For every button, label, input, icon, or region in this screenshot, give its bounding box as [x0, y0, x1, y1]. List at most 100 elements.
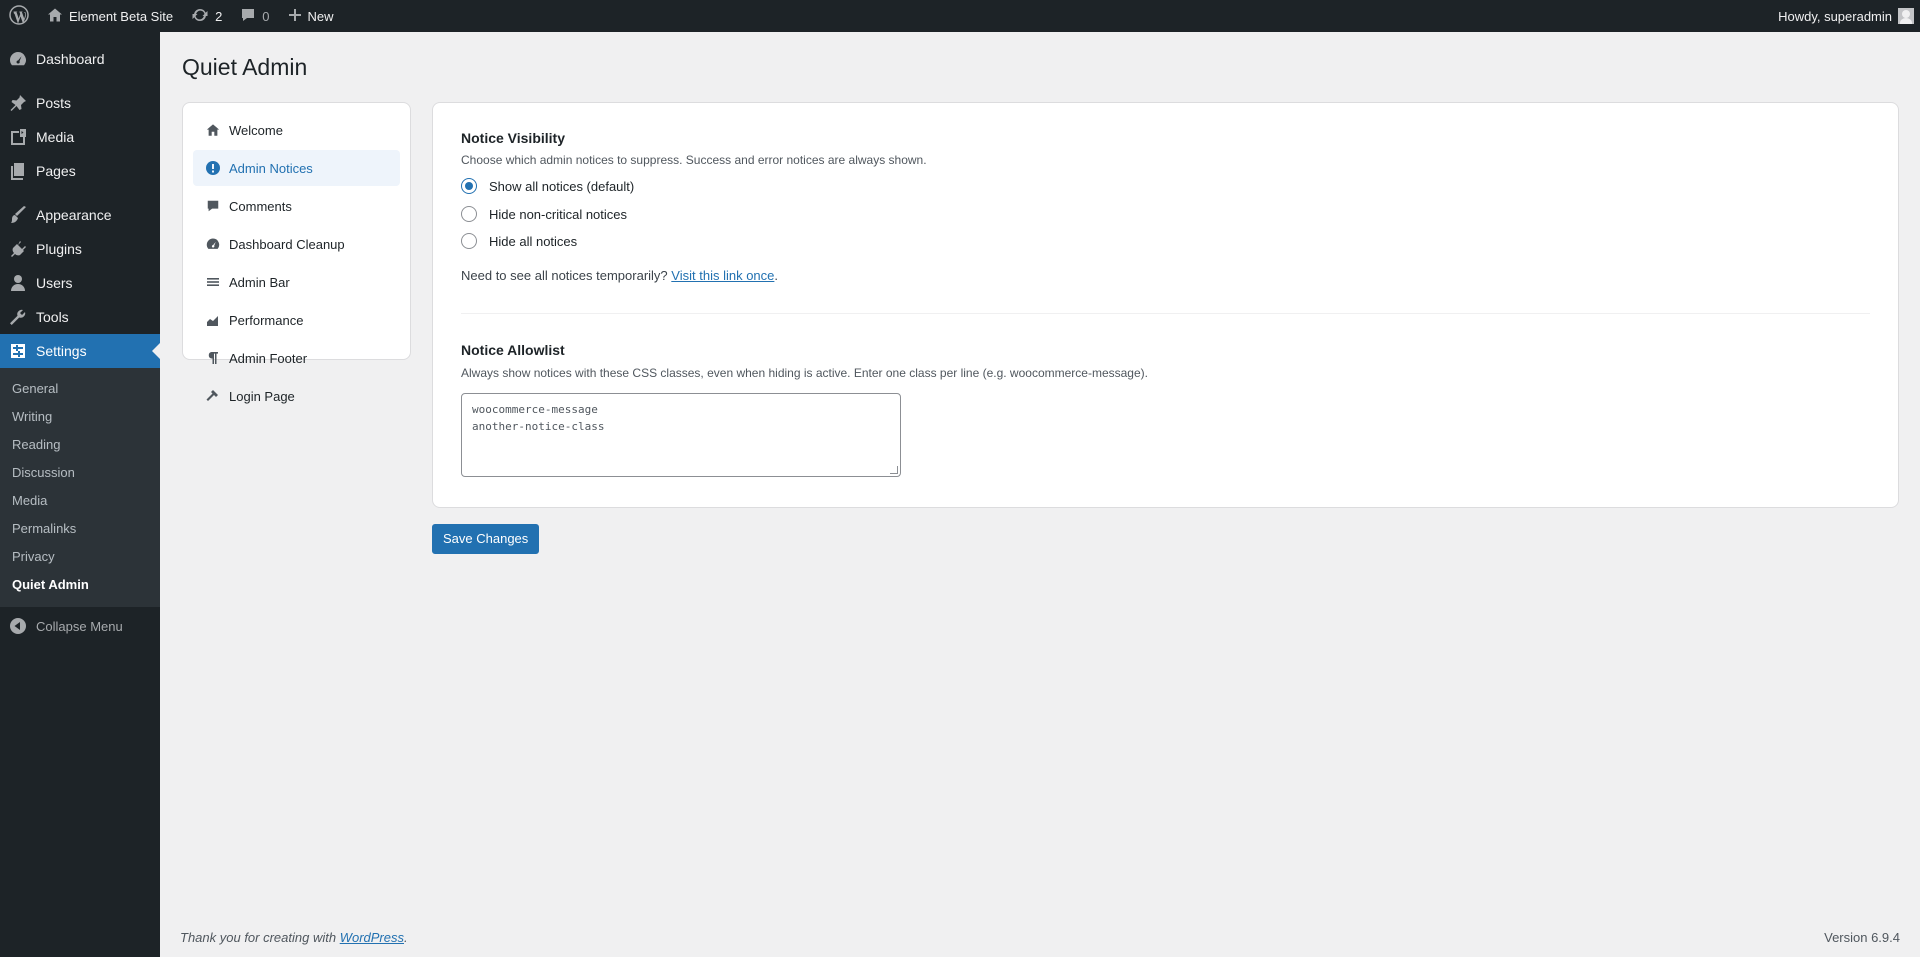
home-icon — [47, 7, 63, 26]
nav-label-dashboard-cleanup: Dashboard Cleanup — [229, 236, 345, 252]
nav-item-welcome[interactable]: Welcome — [193, 112, 400, 148]
settings-sliders-icon — [8, 341, 28, 361]
plus-icon — [288, 8, 302, 25]
radio-label-hide-all: Hide all notices — [489, 233, 578, 249]
menu-label-media: Media — [36, 129, 75, 145]
radio-button-show-all[interactable] — [461, 178, 477, 194]
nav-label-admin-footer: Admin Footer — [229, 350, 308, 366]
wrench-icon — [8, 307, 28, 327]
menu-label-dashboard: Dashboard — [36, 51, 105, 67]
menu-lines-icon — [205, 274, 221, 290]
nav-label-login-page: Login Page — [229, 388, 295, 404]
save-changes-button[interactable]: Save Changes — [432, 524, 540, 554]
submenu-item-privacy[interactable]: Privacy — [0, 543, 160, 571]
wp-logo-menu[interactable] — [0, 0, 38, 32]
allowlist-line: another-notice-class — [472, 420, 605, 433]
radio-option-hide-non-critical[interactable]: Hide non-critical notices — [461, 206, 627, 222]
allowlist-textarea[interactable]: woocommerce-message another-notice-class — [461, 393, 901, 477]
my-account-link[interactable]: Howdy, superadmin — [1769, 0, 1914, 32]
collapse-menu-label: Collapse Menu — [36, 618, 123, 634]
plugin-nav: Welcome Admin Notices Comments Dashboard… — [182, 102, 411, 404]
collapse-arrow-icon — [8, 616, 28, 636]
resize-handle[interactable] — [890, 466, 898, 474]
home-icon — [205, 122, 221, 138]
menu-item-dashboard[interactable]: Dashboard — [0, 42, 160, 76]
menu-item-users[interactable]: Users — [0, 266, 160, 300]
nav-item-performance[interactable]: Performance — [193, 302, 400, 338]
section-divider — [461, 313, 1870, 314]
nav-item-admin-bar[interactable]: Admin Bar — [193, 264, 400, 300]
radio-label-hide-non-critical: Hide non-critical notices — [489, 206, 628, 222]
wordpress-link[interactable]: WordPress — [340, 930, 404, 945]
allowlist-line: woocommerce-message — [472, 403, 598, 416]
menu-item-appearance[interactable]: Appearance — [0, 198, 160, 232]
nav-item-admin-footer[interactable]: Admin Footer — [193, 340, 400, 376]
notice-visibility-description: Choose which admin notices to suppress. … — [461, 153, 927, 167]
footer-thanks-text: Thank you for creating with — [180, 930, 337, 945]
radio-option-show-all[interactable]: Show all notices (default) — [461, 178, 634, 194]
temporary-show-hint: Need to see all notices temporarily? Vis… — [461, 268, 778, 283]
radio-label-show-all: Show all notices (default) — [489, 178, 635, 194]
menu-item-media[interactable]: Media — [0, 120, 160, 154]
nav-label-welcome: Welcome — [229, 122, 283, 138]
footer-thanks: Thank you for creating with WordPress. — [180, 930, 408, 945]
submenu-item-media[interactable]: Media — [0, 487, 160, 515]
nav-item-comments[interactable]: Comments — [193, 188, 400, 224]
radio-button-hide-all[interactable] — [461, 233, 477, 249]
nav-item-admin-notices[interactable]: Admin Notices — [193, 150, 400, 186]
nav-item-login-page[interactable]: Login Page — [193, 378, 400, 414]
menu-item-tools[interactable]: Tools — [0, 300, 160, 334]
users-icon — [8, 273, 28, 293]
menu-item-posts[interactable]: Posts — [0, 86, 160, 120]
warning-icon — [205, 160, 221, 176]
settings-submenu: General Writing Reading Discussion Media… — [0, 368, 160, 607]
site-name: Element Beta Site — [69, 8, 174, 24]
submenu-item-permalinks[interactable]: Permalinks — [0, 515, 160, 543]
paragraph-icon — [205, 350, 221, 366]
submenu-item-discussion[interactable]: Discussion — [0, 459, 160, 487]
menu-label-users: Users — [36, 275, 73, 291]
new-label: New — [307, 8, 334, 24]
admin-menu: Dashboard Posts Media Pages Appearance P… — [0, 32, 160, 957]
menu-label-tools: Tools — [36, 309, 69, 325]
nav-label-admin-bar: Admin Bar — [229, 274, 290, 290]
collapse-menu-button[interactable]: Collapse Menu — [0, 609, 160, 643]
wordpress-logo-icon — [9, 4, 29, 28]
submenu-item-quiet-admin[interactable]: Quiet Admin — [0, 571, 160, 599]
dashboard-icon — [205, 236, 221, 252]
nav-label-comments: Comments — [229, 198, 292, 214]
avatar — [1898, 8, 1914, 24]
page-title: Quiet Admin — [182, 54, 308, 80]
menu-item-pages[interactable]: Pages — [0, 154, 160, 188]
menu-item-settings[interactable]: Settings — [0, 334, 160, 368]
comments-link[interactable]: 0 — [231, 0, 278, 32]
new-content-link[interactable]: New — [279, 0, 343, 32]
menu-label-pages: Pages — [36, 163, 76, 179]
menu-label-settings: Settings — [36, 343, 87, 359]
radio-button-hide-non-critical[interactable] — [461, 206, 477, 222]
radio-option-hide-all[interactable]: Hide all notices — [461, 233, 577, 249]
notice-allowlist-title: Notice Allowlist — [461, 342, 565, 358]
comment-icon — [240, 7, 256, 26]
updates-link[interactable]: 2 — [182, 0, 231, 32]
site-name-link[interactable]: Element Beta Site — [38, 0, 182, 32]
footer-version: Version 6.9.4 — [1824, 930, 1900, 945]
menu-item-plugins[interactable]: Plugins — [0, 232, 160, 266]
updates-count: 2 — [215, 8, 223, 24]
submenu-item-general[interactable]: General — [0, 375, 160, 403]
plugin-icon — [8, 239, 28, 259]
menu-label-posts: Posts — [36, 95, 72, 111]
howdy-text: Howdy, superadmin — [1778, 8, 1892, 24]
notice-visibility-title: Notice Visibility — [461, 130, 565, 146]
nav-item-dashboard-cleanup[interactable]: Dashboard Cleanup — [193, 226, 400, 262]
comment-icon — [205, 198, 221, 214]
visit-link-once[interactable]: Visit this link once — [671, 268, 774, 283]
footer-period: . — [404, 930, 408, 945]
chart-area-icon — [205, 312, 221, 328]
settings-panel: Notice Visibility Choose which admin not… — [432, 102, 1899, 508]
submenu-item-reading[interactable]: Reading — [0, 431, 160, 459]
submenu-item-writing[interactable]: Writing — [0, 403, 160, 431]
menu-label-appearance: Appearance — [36, 207, 112, 223]
menu-label-plugins: Plugins — [36, 241, 82, 257]
updates-icon — [191, 7, 209, 26]
